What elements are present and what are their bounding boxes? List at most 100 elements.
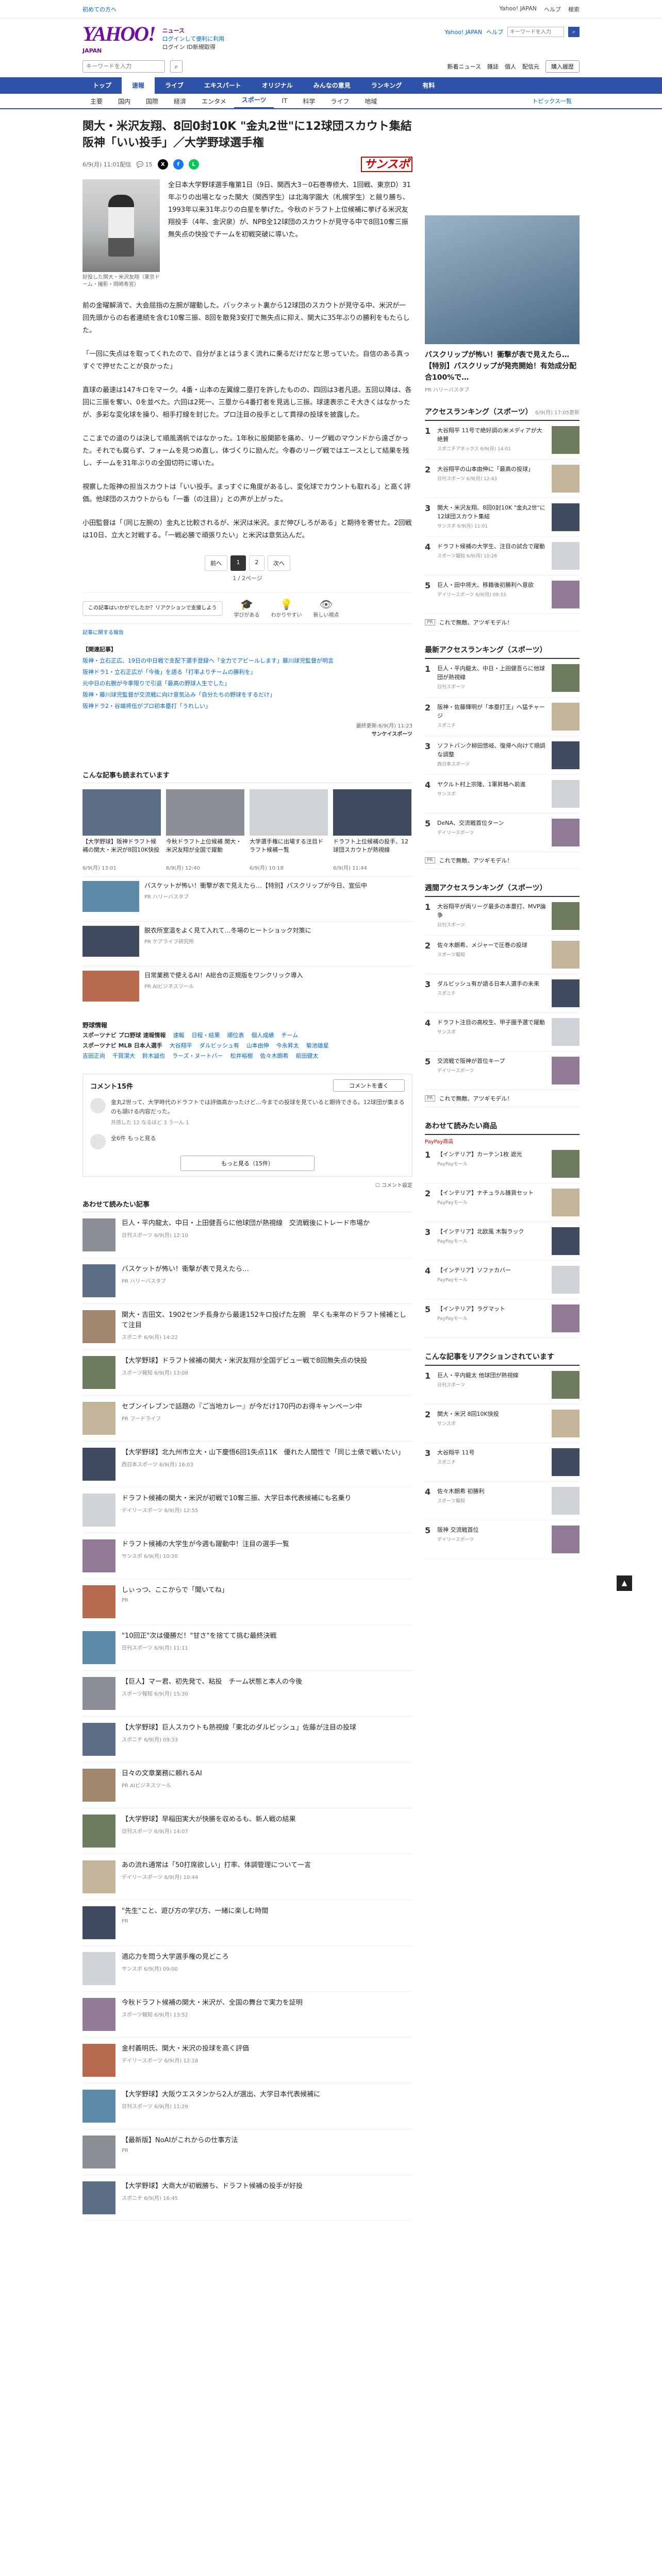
ranking-item[interactable]: 1 巨人・平内龍太 他球団が熱視線 日刊スポーツ [425,1366,580,1404]
service-name[interactable]: ニュース [162,27,225,35]
reaction-new-view[interactable]: 👁 新しい視点 [313,598,339,618]
also-read-item[interactable]: 【大学野球】大商大が初戦勝ち、ドラフト候補の投手が好投 スポニチ 6/9(月) 1… [82,2175,412,2221]
ranking-item[interactable]: 5 【インテリア】ラグマット PayPayモール [425,1299,580,1338]
article-photo[interactable] [82,179,160,272]
also-read-item[interactable]: 金村義明氏、関大・米沢の投球を高く評価 デイリースポーツ 6/9(月) 12:18 [82,2038,412,2083]
searchbar-link-personal[interactable]: 個人 [505,62,516,71]
cat-it[interactable]: IT [274,97,295,105]
reaction-clear[interactable]: 💡 わかりやすい [271,598,302,618]
ranking-item[interactable]: 3 大谷翔平 11号 スポニチ [425,1443,580,1482]
yahoo-logo[interactable]: YAHOO! [82,24,156,44]
ranking-item[interactable]: 4 【インテリア】ソファカバー PayPayモール [425,1261,580,1299]
top-strip-left[interactable]: 初めての方へ [82,5,117,13]
npb-link[interactable]: 日程・結果 [191,1030,220,1041]
purchase-history-button[interactable]: 購入履歴 [545,60,580,73]
cat-domestic[interactable]: 国内 [110,97,138,106]
recommend-card[interactable]: ドラフト上位候補の投手、12球団スカウトが熱視線 6/9(月) 11:44 [333,789,411,871]
npb-link[interactable]: 個人成績 [251,1030,274,1041]
comment-actions[interactable]: 共感した 12 なるほど 3 うーん 1 [111,1118,405,1128]
searchbar-link-magazine[interactable]: 雑誌 [487,62,499,71]
also-read-item[interactable]: "10回正"次は優勝だ！"甘さ"を捨てて挑む最終決戦 日刊スポーツ 6/9(月) … [82,1625,412,1671]
search-input[interactable] [82,60,165,73]
login-hint[interactable]: ログインして便利に利用 [162,35,225,43]
comment-count[interactable]: 💬 15 [136,161,152,168]
pager-page-1[interactable]: 1 [230,555,246,571]
npb-link[interactable]: 順位表 [227,1030,244,1041]
ranking-item[interactable]: 3 ダルビッシュ有が語る日本人選手の未来 スポニチ [425,974,580,1013]
also-read-item[interactable]: 今秋ドラフト候補の関大・米沢が、全国の舞台で実力を証明 スポーツ報知 6/9(月)… [82,1992,412,2038]
mlb-player-link[interactable]: 鈴木誠也 [142,1051,165,1061]
mlb-player-link[interactable]: ダルビッシュ有 [200,1041,239,1051]
pager-prev[interactable]: 前へ [205,555,227,571]
cat-main[interactable]: 主要 [82,97,110,106]
top-link-yahoo[interactable]: Yahoo! JAPAN [499,5,537,13]
also-read-item[interactable]: あの流れ通常は「50打席欲しい」打率、体調管理について一言 デイリースポーツ 6/… [82,1854,412,1900]
provider-logo[interactable]: サンスポ [361,157,412,172]
ranking-item[interactable]: 5 阪神 交流戦首位 デイリースポーツ [425,1520,580,1559]
write-comment-button[interactable]: コメントを書く [333,1079,405,1092]
ranking-item[interactable]: 4 佐々木朗希 初勝利 スポーツ報知 [425,1482,580,1520]
ranking-item[interactable]: 4 ドラフト注目の高校生、甲子園予選で躍動 サンスポ [425,1013,580,1052]
share-x-icon[interactable]: X [157,159,168,170]
header-search-input[interactable] [507,27,564,37]
nav-top[interactable]: トップ [82,77,122,94]
header-link-help[interactable]: ヘルプ [486,28,503,36]
also-read-item[interactable]: 関大・吉田文、1902センチ長身から最速152キロ投げた左腕 早くも来年のドラフ… [82,1304,412,1350]
related-link[interactable]: 元中日の右腕が今季限りで引退「最高の野球人生でした」 [82,678,412,689]
nav-ranking[interactable]: ランキング [361,77,412,94]
ranking-item[interactable]: 5 巨人・田中将大、移籍後初勝利へ意欲 デイリースポーツ 6/9(月) 09:33 [425,575,580,614]
also-read-item[interactable]: セブンイレブンで話題の『ご当地カレー』が今だけ170円のお得キャンペーン中 PR … [82,1396,412,1442]
search-button[interactable]: ⌕ [170,60,183,73]
ranking-item[interactable]: 2 大谷翔平の山本由伸に「最高の投球」 日刊スポーツ 6/9(月) 12:43 [425,460,580,498]
mlb-player-link[interactable]: 山本由伸 [246,1041,269,1051]
share-line-icon[interactable]: L [188,159,199,170]
side-pr-row[interactable]: PR これで無敵、アツギモデル！ [425,852,580,869]
comment-text[interactable]: 全6件 もっと見る [111,1134,156,1143]
ranking-item[interactable]: 2 【インテリア】ナチュラル雑貨セット PayPayモール [425,1183,580,1222]
top-link-search[interactable]: 検索 [568,5,580,13]
login-link[interactable]: ログイン ID新規取得 [162,43,225,52]
mlb-player-link[interactable]: 大谷翔平 [170,1041,192,1051]
ranking-item[interactable]: 1 巨人・平内龍太、中日・上田健吾らに他球団が熱視線 日刊スポーツ [425,659,580,698]
also-read-item[interactable]: 【大学野球】ドラフト候補の関大・米沢友翔が全国デビュー戦で8回無失点の快投 スポー… [82,1350,412,1396]
also-read-item[interactable]: 【大学野球】北九州市立大・山下慶悟6回1失点11K 優れた人間性で「同じ土俵で戦… [82,1442,412,1487]
nav-opinion[interactable]: みんなの意見 [303,77,361,94]
searchbar-link-new[interactable]: 新着ニュース [448,62,481,71]
ranking-item[interactable]: 3 ソフトバンク柳田悠岐、復帰へ向けて順調な調整 西日本スポーツ [425,736,580,775]
nav-breaking[interactable]: 速報 [122,77,155,94]
top-link-help[interactable]: ヘルプ [544,5,561,13]
also-read-item[interactable]: ドラフト候補の大学生が今週も躍動中！注目の選手一覧 サンスポ 6/9(月) 10:… [82,1533,412,1579]
ad-row[interactable]: 日常業務で使えるAI！A総合の正規版をワンクリック導入 PR AIビジネスツール [82,966,412,1006]
header-search-button[interactable]: ⌕ [568,27,580,37]
mlb-player-link[interactable]: 今永昇太 [276,1041,299,1051]
also-read-item[interactable]: 巨人・平内龍太、中日・上田健吾らに他球団が熱視線 交流戦後にトレード市場か 日刊ス… [82,1212,412,1258]
ranking-item[interactable]: 3 関大・米沢友翔、8回0封10K "金丸2世"に12球団スカウト集結 サンスポ 6… [425,498,580,537]
also-read-item[interactable]: 【巨人】マー君、初先発で、粘投 チーム状態と本人の今後 スポーツ報知 6/9(月)… [82,1671,412,1717]
ranking-item[interactable]: 2 佐々木朗希、メジャーで圧巻の投球 スポーツ報知 [425,936,580,974]
also-read-item[interactable]: 【最新版】NoAIがこれからの仕事方法 PR [82,2129,412,2175]
more-comments-button[interactable]: もっと見る（15件） [180,1156,315,1171]
ranking-item[interactable]: 2 阪神・佐藤輝明が「本塁打王」へ猛チャージ スポニチ [425,698,580,736]
scroll-top-button[interactable]: ▲ [617,1575,632,1591]
side-pr-row[interactable]: PR これで無敵、アツギモデル！ [425,1090,580,1107]
side-ad-image[interactable] [425,215,580,344]
searchbar-link-provider[interactable]: 配信元 [522,62,539,71]
also-read-item[interactable]: 日々の文章業務に頼れるAI PR AIビジネスツール [82,1762,412,1808]
side-ad-title[interactable]: バスクリップが怖い！衝撃が表で見えたら…【特別】パスクリップが発売開始！有効成分… [425,349,580,383]
mlb-player-link[interactable]: 松井裕樹 [230,1051,253,1061]
reaction-learn[interactable]: 🎓 学びがある [234,598,260,618]
npb-link[interactable]: 速報 [173,1030,184,1041]
ranking-item[interactable]: 2 関大・米沢 8回10K快投 サンスポ [425,1404,580,1443]
mlb-player-link[interactable]: 佐々木朗希 [260,1051,288,1061]
recommend-card[interactable]: 今秋ドラフト上位候補 関大・米沢友翔が全国で躍動 6/9(月) 12:40 [166,789,244,871]
topics-list-link[interactable]: トピックス一覧 [524,97,580,105]
ranking-item[interactable]: 5 交流戦で阪神が首位キープ デイリースポーツ [425,1052,580,1090]
report-link[interactable]: 記事に関する報告 [82,628,412,636]
nav-paid[interactable]: 有料 [412,77,445,94]
mlb-player-link[interactable]: 前田健太 [295,1051,318,1061]
share-facebook-icon[interactable]: f [173,159,184,170]
mlb-player-link[interactable]: 吉田正尚 [82,1051,105,1061]
side-pr-row[interactable]: PR これで無敵、アツギモデル！ [425,614,580,631]
mlb-player-link[interactable]: 菊池雄星 [306,1041,329,1051]
related-link[interactable]: 阪神ドラ1・立石正広が「今後」を語る「打率よりチームの勝利を」 [82,667,412,678]
